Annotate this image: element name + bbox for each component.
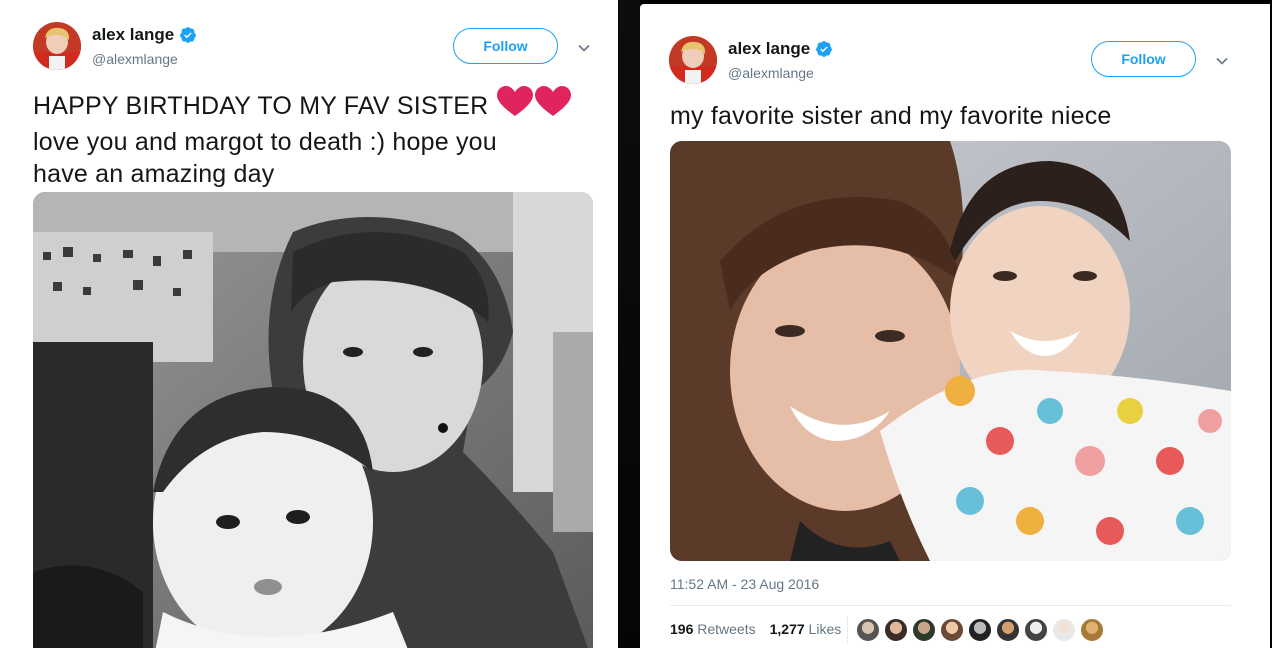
retweets-label: Retweets	[697, 621, 756, 637]
photo-image	[670, 141, 1231, 561]
avatar[interactable]	[669, 36, 717, 84]
photo-image	[33, 192, 593, 648]
chevron-down-icon[interactable]	[1215, 54, 1229, 68]
verified-badge-icon	[179, 26, 197, 44]
avatar[interactable]	[33, 22, 81, 70]
liker-avatar[interactable]	[912, 618, 936, 642]
liker-avatar[interactable]	[996, 618, 1020, 642]
likers-avatars	[856, 618, 1104, 642]
display-name[interactable]: alex lange	[728, 39, 810, 59]
liker-avatar[interactable]	[1080, 618, 1104, 642]
divider	[670, 605, 1231, 606]
handle[interactable]: @alexmlange	[728, 65, 814, 81]
avatar-image	[669, 36, 717, 84]
tweet-photo[interactable]	[33, 192, 593, 648]
avatar-image	[33, 22, 81, 70]
tweet-text: my favorite sister and my favorite niece	[670, 102, 1112, 130]
likes-count: 1,277	[769, 621, 805, 637]
tweet-stats: 196 Retweets 1,277 Likes	[670, 621, 841, 637]
tweet-timestamp[interactable]: 11:52 AM - 23 Aug 2016	[670, 576, 819, 592]
handle[interactable]: @alexmlange	[92, 51, 178, 67]
liker-avatar[interactable]	[1024, 618, 1048, 642]
liker-avatar[interactable]	[940, 618, 964, 642]
retweets-count: 196	[670, 621, 694, 637]
chevron-down-icon[interactable]	[577, 41, 591, 55]
tweet-text-line3: have an amazing day	[33, 160, 275, 188]
liker-avatar[interactable]	[884, 618, 908, 642]
background-gap	[618, 0, 640, 648]
heart-icon	[496, 86, 572, 126]
tweet-text: HAPPY BIRTHDAY TO MY FAV SISTER love you…	[33, 86, 603, 190]
tweet-text-line2: love you and margot to death :) hope you	[33, 128, 497, 156]
tweet-photo[interactable]	[670, 141, 1231, 561]
author-name-row: alex lange	[92, 25, 197, 45]
liker-avatar[interactable]	[856, 618, 880, 642]
follow-button[interactable]: Follow	[1091, 41, 1196, 77]
author-name-row: alex lange	[728, 39, 833, 59]
likes-label: Likes	[808, 621, 842, 637]
tweet-card-right: alex lange @alexmlange Follow my favorit…	[640, 4, 1270, 648]
tweet-text-line1: HAPPY BIRTHDAY TO MY FAV SISTER	[33, 92, 489, 120]
liker-avatar[interactable]	[1052, 618, 1076, 642]
verified-badge-icon	[815, 40, 833, 58]
stats-separator	[847, 616, 848, 644]
likes-stat[interactable]: 1,277 Likes	[770, 621, 842, 637]
tweet-card-left: alex lange @alexmlange Follow HAPPY BIRT…	[0, 0, 618, 648]
retweets-stat[interactable]: 196 Retweets	[670, 621, 756, 637]
display-name[interactable]: alex lange	[92, 25, 174, 45]
follow-button[interactable]: Follow	[453, 28, 558, 64]
liker-avatar[interactable]	[968, 618, 992, 642]
